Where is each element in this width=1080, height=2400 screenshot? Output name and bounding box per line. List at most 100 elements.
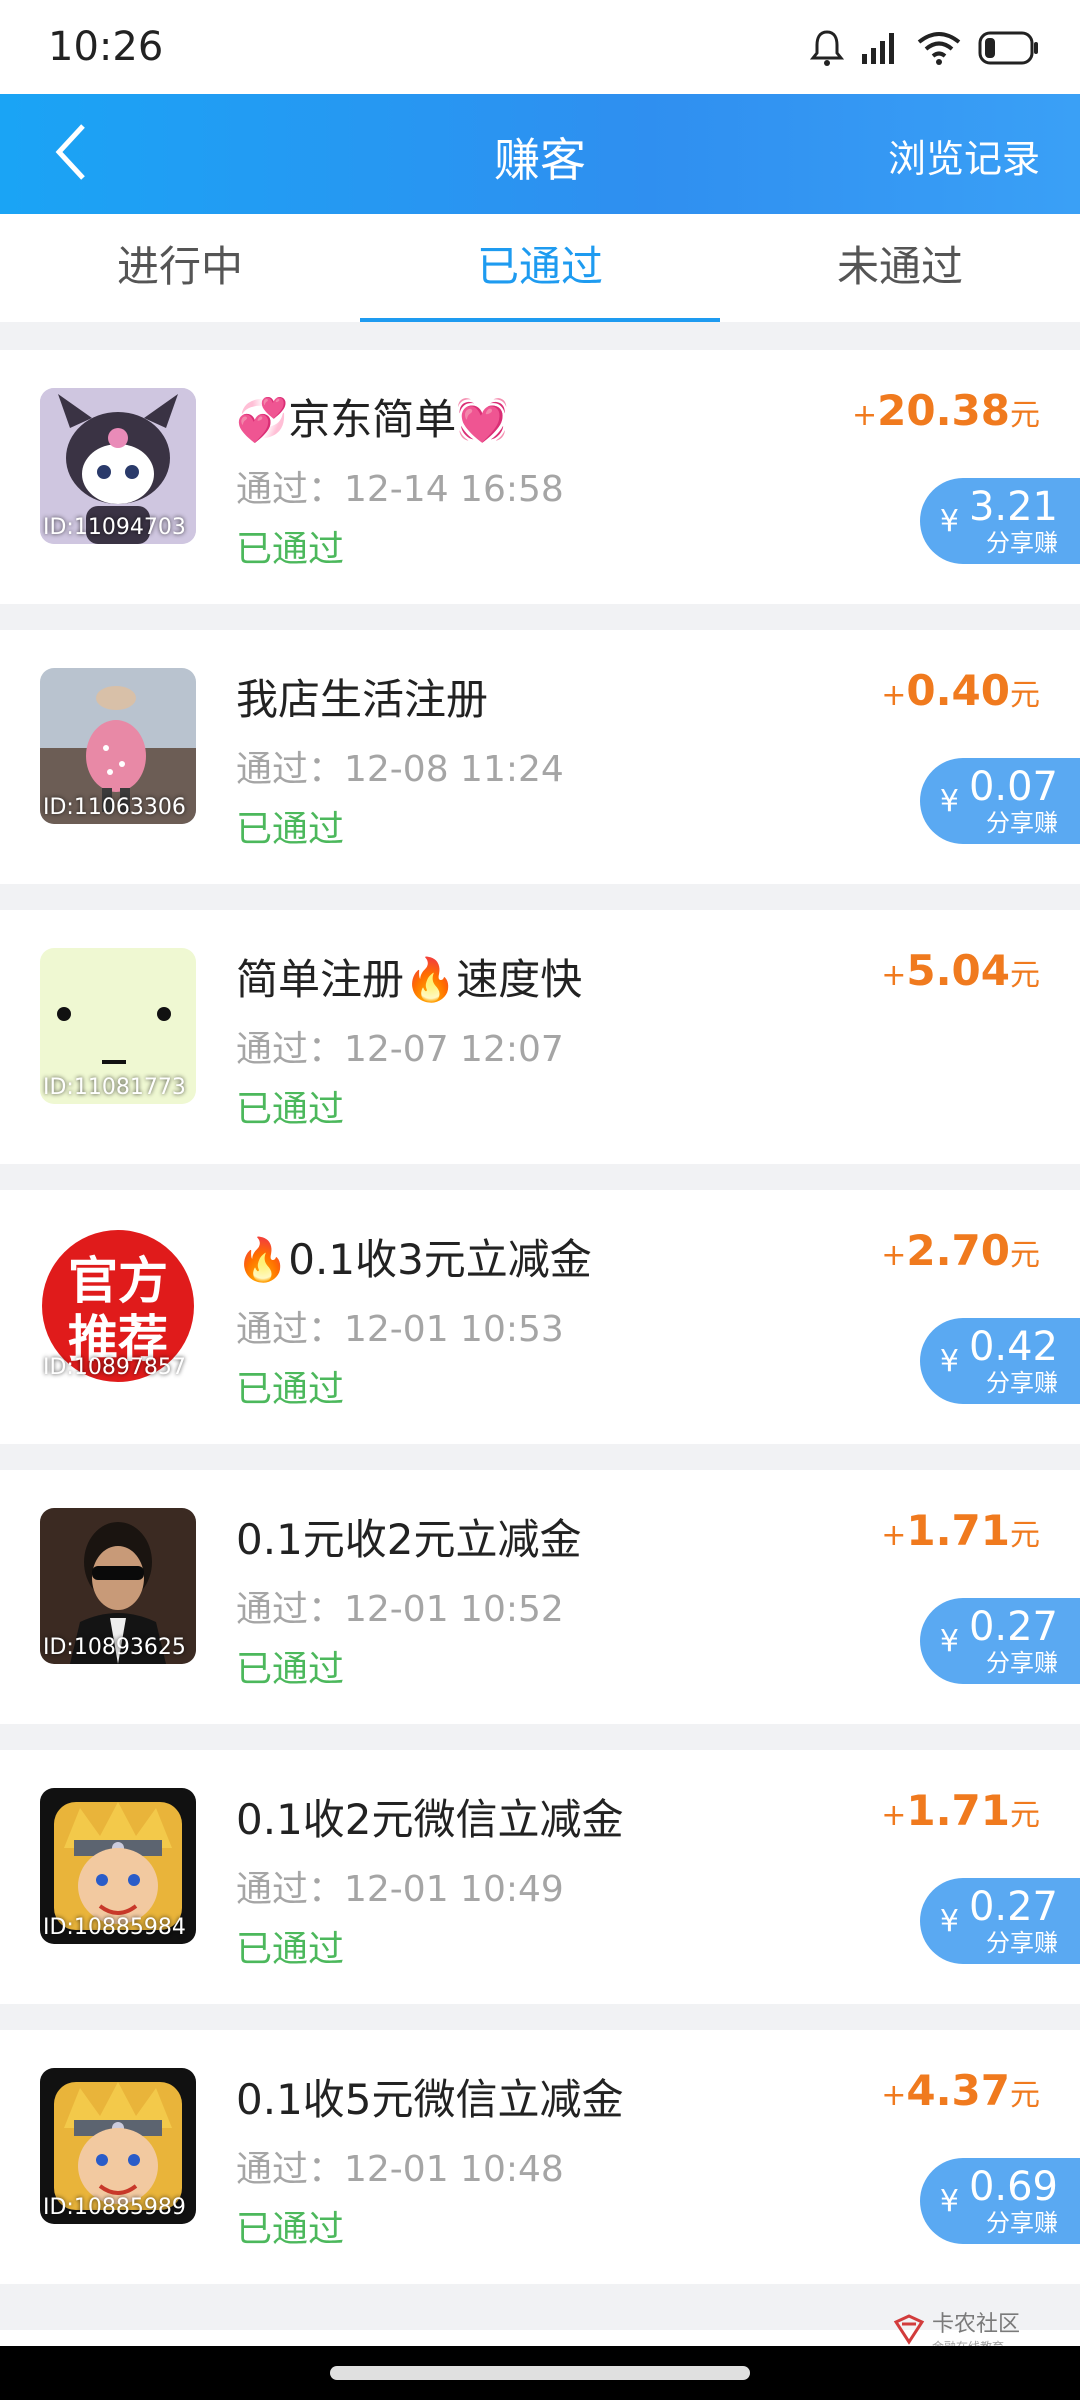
task-approved-time: 通过：12-01 10:49 — [236, 1869, 564, 1910]
reward-amount: 4.37 — [906, 2066, 1010, 2115]
list-item[interactable]: ID:10885989 0.1收5元微信立减金 通过：12-01 10:48 已… — [0, 2030, 1080, 2284]
task-thumbnail: ID:10885989 — [40, 2068, 196, 2224]
reward-amount: 1.71 — [906, 1506, 1010, 1555]
share-label: 分享赚 — [986, 529, 1058, 557]
task-status: 已通过 — [236, 2209, 345, 2250]
list-item[interactable]: ID:10885984 0.1收2元微信立减金 通过：12-01 10:49 已… — [0, 1750, 1080, 2004]
list-item[interactable]: 官方 推荐 ID:10897857 🔥0.1收3元立减金 通过：12-01 10… — [0, 1190, 1080, 1444]
reward-plus: + — [881, 1518, 907, 1553]
reward-amount: 20.38 — [877, 386, 1010, 435]
share-earn-button[interactable]: ¥ 0.42 分享赚 — [919, 1318, 1080, 1404]
task-id: ID:11063306 — [43, 795, 186, 820]
reward-amount: 1.71 — [906, 1786, 1010, 1835]
reward-amount: 0.40 — [906, 666, 1010, 715]
task-thumbnail: 官方 推荐 ID:10897857 — [40, 1228, 196, 1384]
tab-active-indicator — [360, 318, 720, 322]
status-time: 10:26 — [48, 24, 164, 70]
task-id: ID:10885989 — [43, 2195, 186, 2220]
share-amount: 3.21 — [968, 484, 1058, 530]
task-approved-time: 通过：12-01 10:53 — [236, 1309, 564, 1350]
home-indicator[interactable] — [330, 2366, 750, 2380]
task-title: 简单注册🔥速度快 — [236, 955, 583, 1004]
share-earn-button[interactable]: ¥ 0.69 分享赚 — [919, 2158, 1080, 2244]
task-approved-time: 通过：12-14 16:58 — [236, 469, 564, 510]
task-reward: +5.04元 — [881, 946, 1040, 995]
task-reward: +4.37元 — [881, 2066, 1040, 2115]
reward-unit: 元 — [1010, 1518, 1040, 1553]
app-bar: 赚客 浏览记录 — [0, 94, 1080, 214]
share-amount: 0.69 — [968, 2164, 1058, 2210]
task-approved-time: 通过：12-08 11:24 — [236, 749, 564, 790]
task-thumbnail: ID:11063306 — [40, 668, 196, 824]
tab-in-progress[interactable]: 进行中 — [0, 214, 360, 322]
list-item[interactable]: ID:11063306 我店生活注册 通过：12-08 11:24 已通过 +0… — [0, 630, 1080, 884]
reward-unit: 元 — [1010, 1798, 1040, 1833]
reward-unit: 元 — [1010, 398, 1040, 433]
reward-plus: + — [881, 958, 907, 993]
tab-rejected[interactable]: 未通过 — [720, 214, 1080, 322]
list-item[interactable]: ID:11094703 💞京东简单💓 通过：12-14 16:58 已通过 +2… — [0, 350, 1080, 604]
share-label: 分享赚 — [986, 2209, 1058, 2237]
watermark-logo-icon — [892, 2312, 926, 2350]
task-status: 已通过 — [236, 809, 345, 850]
task-reward: +1.71元 — [881, 1786, 1040, 1835]
share-earn-button[interactable]: ¥ 0.27 分享赚 — [919, 1598, 1080, 1684]
bell-icon — [809, 28, 845, 72]
reward-amount: 2.70 — [906, 1226, 1010, 1275]
yen-icon: ¥ — [939, 1903, 959, 1939]
task-id: ID:10897857 — [43, 1355, 186, 1380]
task-title: 我店生活注册 — [236, 675, 489, 724]
share-earn-button[interactable]: ¥ 0.27 分享赚 — [919, 1878, 1080, 1964]
reward-plus: + — [881, 1798, 907, 1833]
task-id: ID:10893625 — [43, 1635, 186, 1660]
task-id: ID:11081773 — [43, 1075, 186, 1100]
task-title: 0.1收5元微信立减金 — [236, 2075, 624, 2124]
reward-unit: 元 — [1010, 1238, 1040, 1273]
reward-plus: + — [881, 2078, 907, 2113]
share-amount: 0.07 — [968, 764, 1058, 810]
yen-icon: ¥ — [939, 783, 959, 819]
task-reward: +1.71元 — [881, 1506, 1040, 1555]
share-amount: 0.42 — [968, 1324, 1058, 1370]
task-title: 🔥0.1收3元立减金 — [236, 1235, 592, 1284]
task-status: 已通过 — [236, 1089, 345, 1130]
badge-line1: 官方 — [68, 1252, 168, 1310]
reward-unit: 元 — [1010, 958, 1040, 993]
task-approved-time: 通过：12-01 10:48 — [236, 2149, 564, 2190]
task-list: ID:11094703 💞京东简单💓 通过：12-14 16:58 已通过 +2… — [0, 350, 1080, 2310]
reward-plus: + — [881, 1238, 907, 1273]
task-id: ID:10885984 — [43, 1915, 186, 1940]
task-thumbnail: ID:10885984 — [40, 1788, 196, 1944]
tab-approved[interactable]: 已通过 — [360, 214, 720, 322]
share-earn-button[interactable]: ¥ 3.21 分享赚 — [919, 478, 1080, 564]
status-icons — [809, 28, 1040, 72]
task-title: 0.1元收2元立减金 — [236, 1515, 582, 1564]
tab-bar: 进行中 已通过 未通过 — [0, 214, 1080, 322]
task-status: 已通过 — [236, 1369, 345, 1410]
task-status: 已通过 — [236, 529, 345, 570]
share-earn-button[interactable]: ¥ 0.07 分享赚 — [919, 758, 1080, 844]
task-status: 已通过 — [236, 1929, 345, 1970]
task-id: ID:11094703 — [43, 515, 186, 540]
tab-approved-label: 已通过 — [476, 242, 603, 291]
chevron-left-icon — [53, 122, 87, 186]
share-amount: 0.27 — [968, 1884, 1058, 1930]
list-item[interactable]: ID:10893625 0.1元收2元立减金 通过：12-01 10:52 已通… — [0, 1470, 1080, 1724]
task-reward: +0.40元 — [881, 666, 1040, 715]
reward-amount: 5.04 — [906, 946, 1010, 995]
reward-unit: 元 — [1010, 678, 1040, 713]
list-item[interactable]: ID:11081773 简单注册🔥速度快 通过：12-07 12:07 已通过 … — [0, 910, 1080, 1164]
share-label: 分享赚 — [986, 809, 1058, 837]
task-approved-time: 通过：12-07 12:07 — [236, 1029, 564, 1070]
yen-icon: ¥ — [939, 1623, 959, 1659]
browse-history-button[interactable]: 浏览记录 — [888, 128, 1040, 183]
back-button[interactable] — [36, 120, 104, 188]
battery-icon — [978, 30, 1040, 70]
share-label: 分享赚 — [986, 1369, 1058, 1397]
system-nav-bar — [0, 2346, 1080, 2400]
share-amount: 0.27 — [968, 1604, 1058, 1650]
reward-unit: 元 — [1010, 2078, 1040, 2113]
task-title: 0.1收2元微信立减金 — [236, 1795, 624, 1844]
wifi-icon — [916, 30, 962, 70]
task-approved-time: 通过：12-01 10:52 — [236, 1589, 564, 1630]
